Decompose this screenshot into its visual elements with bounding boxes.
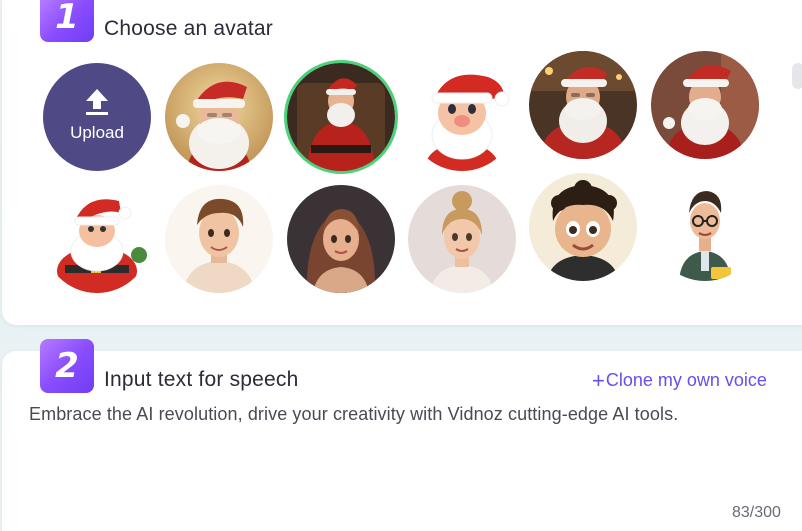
avatar-santa-cartoon-2[interactable] xyxy=(43,185,151,293)
upload-icon xyxy=(86,89,108,115)
avatar-santa-cartoon-1[interactable] xyxy=(408,63,516,171)
avatar-santa-photo-4[interactable] xyxy=(651,51,759,159)
avatar-woman-bun-cartoon[interactable] xyxy=(408,185,516,293)
speech-card: 2 Input text for speech +Clone my own vo… xyxy=(2,339,802,531)
upload-label: Upload xyxy=(70,123,124,142)
step-1-badge: 1 xyxy=(40,0,94,42)
clone-voice-label: Clone my own voice xyxy=(605,370,767,390)
scrollbar-thumb[interactable] xyxy=(792,63,802,89)
avatar-man-glasses-cartoon[interactable] xyxy=(651,173,759,281)
avatar-woman-long-hair-cartoon[interactable] xyxy=(287,185,395,293)
avatar-santa-photo-1[interactable] xyxy=(165,63,273,171)
plus-icon: + xyxy=(592,368,605,393)
upload-avatar-button[interactable]: Upload xyxy=(43,63,151,171)
avatar-santa-photo-2[interactable] xyxy=(287,63,395,171)
character-counter: 83/300 xyxy=(732,504,781,521)
speech-section-title: Input text for speech xyxy=(104,368,299,391)
clone-voice-link[interactable]: +Clone my own voice xyxy=(592,368,767,394)
avatar-young-man-cartoon[interactable] xyxy=(165,185,273,293)
step-2-badge: 2 xyxy=(40,339,94,393)
avatar-boy-curly-hair-cartoon[interactable] xyxy=(529,173,637,281)
speech-textarea[interactable]: Embrace the AI revolution, drive your cr… xyxy=(29,404,799,425)
avatar-card: 1 Choose an avatar Upload xyxy=(2,0,802,325)
avatar-section-title: Choose an avatar xyxy=(104,17,273,40)
avatar-santa-photo-3[interactable] xyxy=(529,51,637,159)
